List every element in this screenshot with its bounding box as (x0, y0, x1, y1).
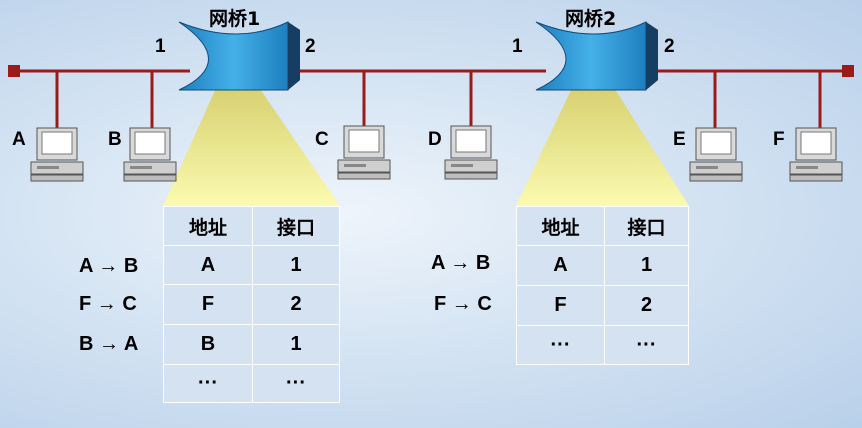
table-cell-address: F (516, 285, 605, 326)
host-label-e: E (673, 129, 686, 150)
bridge2-icon (535, 21, 658, 91)
bridge1-title: 网桥1 (209, 8, 261, 30)
network-diagram (8, 21, 854, 206)
forwarding-table-bridge2: 地址 接口 A 1 F 2 ··· ··· (516, 206, 689, 365)
bridge2-title: 网桥2 (565, 8, 617, 30)
table-header-address: 地址 (163, 206, 253, 246)
table-cell-address: ··· (163, 364, 253, 403)
bridge1-beam (163, 86, 340, 206)
forwarding-table-bridge1: 地址 接口 A 1 F 2 B 1 ··· ··· (163, 206, 340, 403)
table-header-address: 地址 (516, 206, 605, 246)
host-label-f: F (773, 129, 785, 150)
bridge2-port-left: 1 (512, 36, 523, 57)
table-cell-interface: 1 (604, 245, 689, 286)
table-row: A 1 (163, 245, 340, 285)
table-cell-interface: 2 (252, 284, 340, 325)
table-cell-address: ··· (516, 325, 605, 365)
computer-icon-b (123, 127, 177, 182)
computer-icon-f (789, 127, 843, 182)
table-row: A 1 (516, 245, 689, 286)
table-row: F 2 (516, 285, 689, 326)
lan-terminator-right (842, 65, 854, 77)
table-row: B 1 (163, 324, 340, 365)
table-cell-interface: 1 (252, 324, 340, 365)
table-cell-address: B (163, 324, 253, 365)
computer-icon-d (444, 125, 498, 180)
table-cell-interface: 1 (252, 245, 340, 285)
table-header-interface: 接口 (252, 206, 340, 246)
table-cell-address: A (163, 245, 253, 285)
frame-label: F → C (79, 293, 137, 315)
computer-icon-c (337, 125, 391, 180)
bridge2-beam (516, 86, 689, 206)
table-cell-address: F (163, 284, 253, 325)
table-cell-interface: ··· (252, 364, 340, 403)
table-row: F 2 (163, 284, 340, 325)
frame-label: A → B (431, 252, 491, 274)
host-label-c: C (315, 129, 329, 150)
bridge1-icon (178, 21, 300, 91)
table-cell-interface: ··· (604, 325, 689, 365)
lan-lines (14, 69, 848, 128)
host-label-b: B (108, 129, 122, 150)
table-cell-address: A (516, 245, 605, 286)
frame-label: A → B (79, 255, 139, 277)
lan-terminator-left (8, 65, 20, 77)
computer-icon-e (689, 127, 743, 182)
bridge1-port-right: 2 (305, 36, 316, 57)
bridge1-port-left: 1 (155, 36, 166, 57)
table-row: ··· ··· (516, 325, 689, 365)
host-label-d: D (428, 129, 442, 150)
table-cell-interface: 2 (604, 285, 689, 326)
table-header-interface: 接口 (604, 206, 689, 246)
frame-label: B → A (79, 333, 139, 355)
frame-label: F → C (434, 293, 492, 315)
bridge2-port-right: 2 (664, 36, 675, 57)
computer-icon-a (30, 127, 84, 182)
table-row: ··· ··· (163, 364, 340, 403)
host-label-a: A (12, 129, 26, 150)
